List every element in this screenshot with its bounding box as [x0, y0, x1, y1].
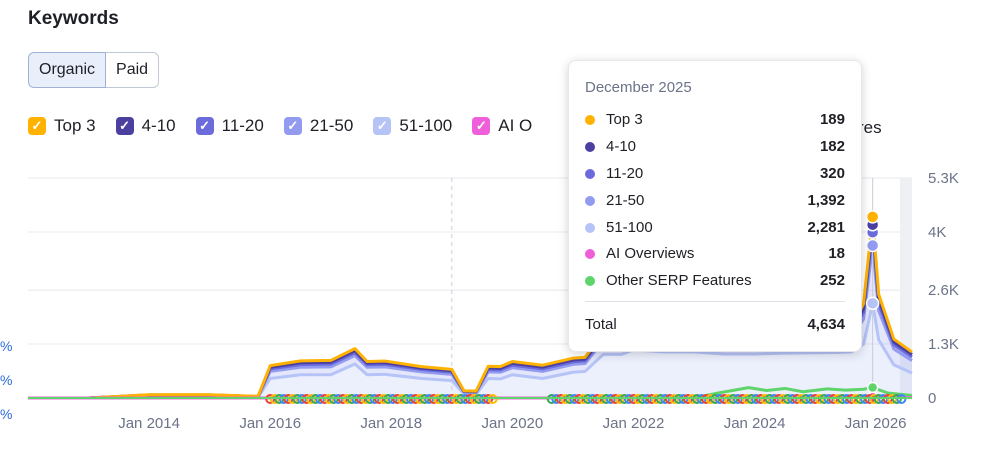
dot-icon — [585, 141, 595, 152]
y-tick-label: 2.6K — [928, 282, 959, 299]
tooltip-row-label: 51-100 — [606, 219, 653, 236]
dot-icon — [585, 222, 595, 233]
chart-tooltip: December 2025 Top 3 189 4-10 182 11-20 3… — [568, 60, 862, 352]
hover-dot-21-50 — [865, 238, 880, 253]
x-tick-label: Jan 2024 — [724, 415, 786, 432]
hover-dot-51-100 — [865, 296, 880, 311]
tooltip-row-value: 189 — [819, 111, 845, 128]
tooltip-row-value: 252 — [819, 272, 845, 289]
tooltip-row-label: 21-50 — [606, 192, 645, 209]
tooltip-divider — [585, 301, 845, 302]
dot-icon — [585, 168, 595, 179]
tooltip-title: December 2025 — [585, 79, 692, 96]
y-tick-label: 0 — [928, 390, 936, 407]
dot-icon — [585, 114, 595, 125]
dot-icon — [585, 195, 595, 206]
tooltip-row-21-50: 21-50 1,392 — [585, 192, 845, 209]
tooltip-row-value: 18 — [828, 245, 845, 262]
tooltip-row-ai-overviews: AI Overviews 18 — [585, 245, 845, 262]
tooltip-total-value: 4,634 — [807, 316, 845, 333]
tooltip-row-value: 2,281 — [807, 219, 845, 236]
y-tick-label: 5.3K — [928, 170, 959, 187]
tooltip-row-4-10: 4-10 182 — [585, 138, 845, 155]
dot-icon — [585, 248, 595, 259]
tooltip-row-label: Other SERP Features — [606, 272, 752, 289]
tooltip-row-label: AI Overviews — [606, 245, 695, 262]
hover-dot-other-serp-features — [866, 381, 879, 394]
tooltip-row-label: 11-20 — [606, 165, 644, 182]
tooltip-row-11-20: 11-20 320 — [585, 165, 845, 182]
hover-dot-top-3 — [865, 210, 880, 224]
tooltip-row-label: Top 3 — [606, 111, 643, 128]
tooltip-total-label: Total — [585, 316, 617, 333]
x-tick-label: Jan 2026 — [845, 415, 907, 432]
tooltip-row-value: 320 — [819, 165, 845, 182]
tooltip-total-row: Total 4,634 — [585, 316, 845, 333]
tooltip-row-value: 182 — [819, 138, 845, 155]
x-tick-label: Jan 2016 — [239, 415, 301, 432]
tooltip-row-value: 1,392 — [807, 192, 845, 209]
tooltip-row-label: 4-10 — [606, 138, 637, 155]
x-tick-label: Jan 2020 — [482, 415, 544, 432]
dot-icon — [585, 275, 595, 286]
tooltip-row-other-serp: Other SERP Features 252 — [585, 272, 845, 289]
x-tick-label: Jan 2014 — [118, 415, 180, 432]
x-tick-label: Jan 2022 — [603, 415, 665, 432]
y-tick-label: 4K — [928, 224, 946, 241]
tooltip-row-51-100: 51-100 2,281 — [585, 219, 845, 236]
x-tick-label: Jan 2018 — [360, 415, 422, 432]
y-tick-label: 1.3K — [928, 336, 959, 353]
tooltip-row-top3: Top 3 189 — [585, 111, 845, 128]
